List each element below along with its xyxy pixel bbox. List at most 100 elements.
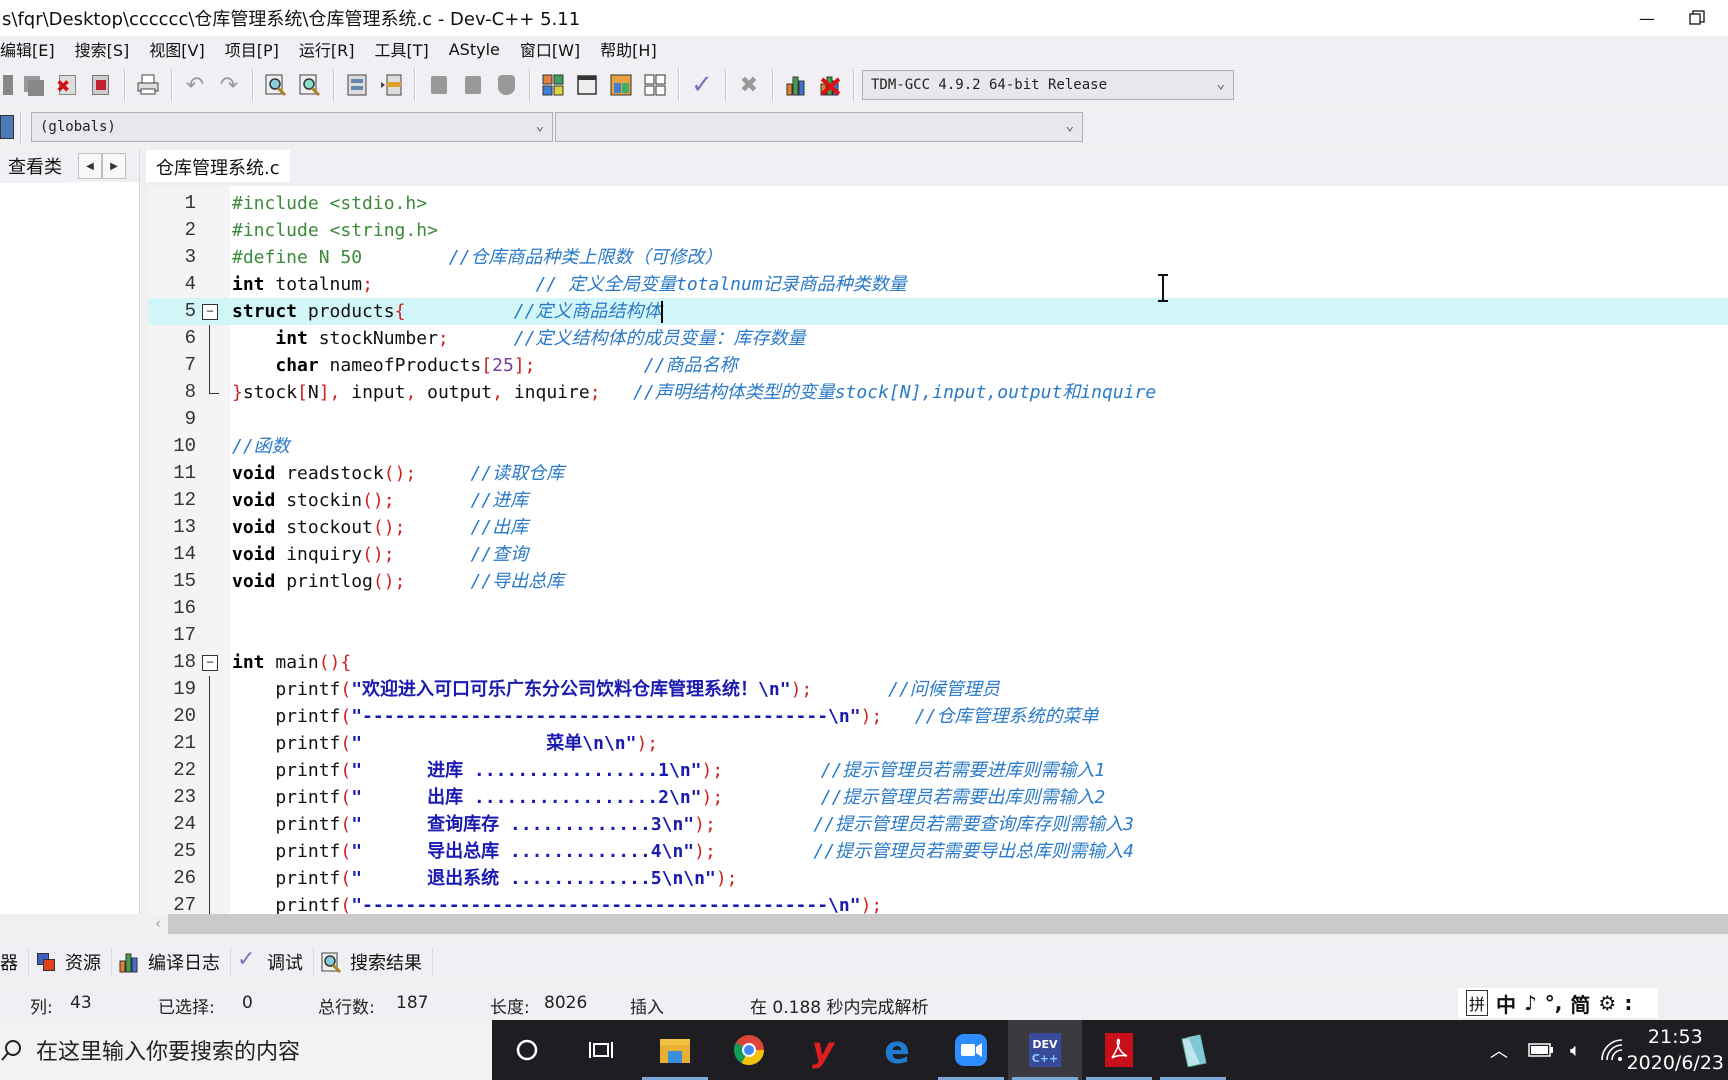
code-line[interactable]: 17	[148, 622, 1728, 649]
code-line[interactable]: 9	[148, 406, 1728, 433]
ime-settings-icon[interactable]: ⚙	[1598, 991, 1616, 1015]
menu-search[interactable]: 搜索[S]	[66, 37, 141, 61]
menu-window[interactable]: 窗口[W]	[511, 37, 591, 61]
goto-line-button[interactable]	[341, 69, 373, 101]
code-line[interactable]: 15 void printlog(); //导出总库	[148, 568, 1728, 595]
menu-edit[interactable]: 编辑[E]	[0, 37, 66, 61]
tab-compile-log[interactable]: 编译日志	[112, 948, 231, 976]
compile-run-button[interactable]	[605, 69, 637, 101]
code-line[interactable]: 4 int totalnum; // 定义全局变量totalnum记录商品种类数量	[148, 271, 1728, 298]
rebuild-button[interactable]	[639, 69, 671, 101]
code-line[interactable]: 21 printf(" 菜单\n\n");	[148, 730, 1728, 757]
horizontal-scrollbar[interactable]: ‹	[148, 914, 1728, 934]
tab-search-results[interactable]: 搜索结果	[314, 948, 433, 976]
code-line[interactable]: 20 printf("-----------------------------…	[148, 703, 1728, 730]
compile-button[interactable]	[537, 69, 569, 101]
function-select[interactable]: ⌄	[555, 112, 1083, 142]
menu-tools[interactable]: 工具[T]	[365, 37, 439, 61]
code-editor[interactable]: 1 #include <stdio.h> 2 #include <string.h> 3…	[148, 186, 1728, 914]
taskbar-notepad[interactable]	[1156, 1020, 1230, 1080]
taskbar-youdao[interactable]: y	[786, 1020, 860, 1080]
tab-resources[interactable]: 资源	[29, 948, 112, 976]
unindent-button[interactable]	[456, 69, 488, 101]
code-line[interactable]: 7 char nameofProducts[25]; //商品名称	[148, 352, 1728, 379]
replace-button[interactable]	[294, 69, 326, 101]
taskbar-devcpp[interactable]: DEV C++	[1008, 1020, 1082, 1080]
tab-debug[interactable]: ✓ 调试	[231, 947, 314, 976]
code-line[interactable]: 25 printf(" 导出总库 .............4\n"); //提…	[148, 838, 1728, 865]
code-line[interactable]: 10 //函数	[148, 433, 1728, 460]
save-all-button[interactable]	[17, 69, 49, 101]
restore-button[interactable]	[1674, 0, 1720, 36]
code-line[interactable]: 8}stock[N], input, output, inquire; //声明…	[148, 379, 1728, 406]
ime-punctuation-icon[interactable]: °,	[1545, 991, 1563, 1015]
cortana-button[interactable]	[490, 1020, 564, 1080]
indent-button[interactable]	[422, 69, 454, 101]
scope-select[interactable]: (globals) ⌄	[31, 112, 553, 142]
compiler-select[interactable]: TDM-GCC 4.9.2 64-bit Release ⌄	[862, 70, 1234, 100]
find-button[interactable]	[260, 69, 292, 101]
tab-compiler[interactable]: 器	[0, 948, 29, 976]
code-line[interactable]: 13 void stockout(); //出库	[148, 514, 1728, 541]
task-view-button[interactable]	[564, 1020, 638, 1080]
wifi-icon[interactable]	[1599, 1038, 1625, 1062]
taskbar-acrobat[interactable]	[1082, 1020, 1156, 1080]
taskbar-chrome[interactable]	[712, 1020, 786, 1080]
save-button[interactable]	[1, 69, 15, 101]
code-line[interactable]: 24 printf(" 查询库存 .............3\n"); //提…	[148, 811, 1728, 838]
profile-button[interactable]	[780, 69, 812, 101]
ime-pinyin-icon[interactable]: 拼	[1466, 990, 1489, 1016]
code-line[interactable]: 18− int main(){	[148, 649, 1728, 676]
debug-button[interactable]: ✓	[686, 69, 718, 101]
code-line[interactable]: 12 void stockin(); //进库	[148, 487, 1728, 514]
code-line[interactable]: 11 void readstock(); //读取仓库	[148, 460, 1728, 487]
tab-scroll-left-button[interactable]: ◀	[78, 153, 102, 179]
close-all-button[interactable]	[85, 69, 117, 101]
code-line[interactable]: 26 printf(" 退出系统 .............5\n\n");	[148, 865, 1728, 892]
scroll-left-arrow[interactable]: ‹	[148, 914, 168, 934]
stop-button[interactable]: ✖	[733, 69, 765, 101]
taskbar-edge[interactable]: e	[860, 1020, 934, 1080]
battery-icon[interactable]	[1528, 1042, 1554, 1058]
print-button[interactable]	[132, 69, 164, 101]
code-line[interactable]: 3 #define N 50 //仓库商品种类上限数（可修改）	[148, 244, 1728, 271]
taskbar-file-explorer[interactable]	[638, 1020, 712, 1080]
code-line[interactable]: 2 #include <string.h>	[148, 217, 1728, 244]
ime-halfwidth-icon[interactable]: ♪	[1524, 991, 1537, 1015]
show-hidden-icons-button[interactable]: ︿	[1490, 1037, 1508, 1063]
code-line[interactable]: 23 printf(" 出库 .................2\n"); /…	[148, 784, 1728, 811]
taskbar-search-box[interactable]: 在这里输入你要搜索的内容	[0, 1020, 492, 1080]
code-line[interactable]: 19 printf("欢迎进入可口可乐广东分公司饮料仓库管理系统！\n"); /…	[148, 676, 1728, 703]
fold-toggle-icon[interactable]: −	[202, 304, 218, 320]
editor-tab-file[interactable]: 仓库管理系统.c	[146, 150, 290, 182]
delete-profile-button[interactable]	[814, 69, 846, 101]
menu-run[interactable]: 运行[R]	[290, 37, 366, 61]
ime-simplified-toggle[interactable]: 简	[1570, 989, 1590, 1018]
undo-button[interactable]: ↶	[179, 69, 211, 101]
ime-more-icon[interactable]: :	[1624, 991, 1632, 1015]
close-file-button[interactable]: ✖	[51, 69, 83, 101]
code-line[interactable]: 6 int stockNumber; //定义结构体的成员变量：库存数量	[148, 325, 1728, 352]
taskbar-zoom[interactable]	[934, 1020, 1008, 1080]
toggle-comment-button[interactable]	[490, 69, 522, 101]
fold-toggle-icon[interactable]: −	[202, 655, 218, 671]
redo-button[interactable]: ↷	[213, 69, 245, 101]
code-line[interactable]: 22 printf(" 进库 .................1\n"); /…	[148, 757, 1728, 784]
menu-view[interactable]: 视图[V]	[140, 37, 215, 61]
code-line[interactable]: 14 void inquiry(); //查询	[148, 541, 1728, 568]
tab-scroll-right-button[interactable]: ▶	[102, 153, 126, 179]
code-line[interactable]: 1 #include <stdio.h>	[148, 190, 1728, 217]
goto-function-button[interactable]	[375, 69, 407, 101]
menu-help[interactable]: 帮助[H]	[591, 37, 668, 61]
code-line[interactable]: 27 printf("-----------------------------…	[148, 892, 1728, 914]
minimize-button[interactable]: —	[1624, 0, 1670, 36]
code-line[interactable]: 5− struct products{ //定义商品结构体	[148, 298, 1728, 325]
taskbar-clock[interactable]: 21:53 2020/6/23	[1627, 1024, 1724, 1076]
run-button[interactable]	[571, 69, 603, 101]
ime-chinese-toggle[interactable]: 中	[1496, 989, 1516, 1018]
menu-project[interactable]: 项目[P]	[216, 37, 290, 61]
code-line[interactable]: 16	[148, 595, 1728, 622]
volume-icon[interactable]: 🔈︎	[1570, 1040, 1581, 1061]
tab-class-view[interactable]: 查看类	[0, 149, 70, 183]
menu-astyle[interactable]: AStyle	[440, 40, 511, 59]
